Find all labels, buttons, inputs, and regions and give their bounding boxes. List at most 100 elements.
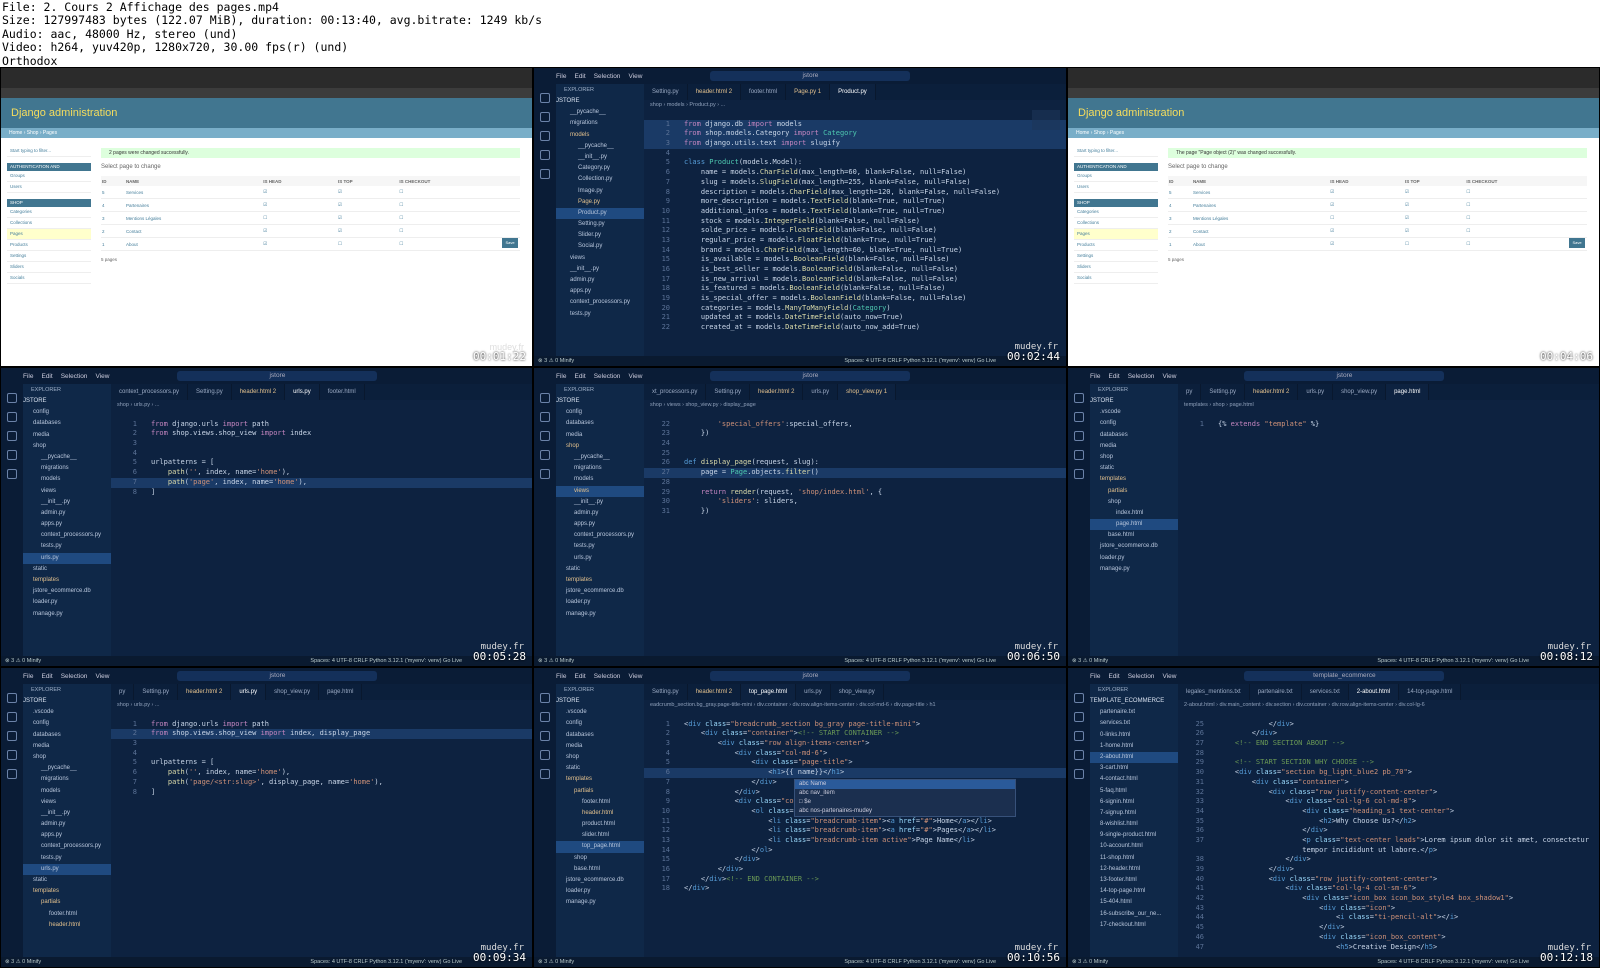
tree-item[interactable]: databases bbox=[556, 418, 644, 429]
breadcrumb[interactable]: eadcrumb_section.bg_gray.page-title-mini… bbox=[644, 700, 1066, 710]
code-area[interactable]: 1 from django.urls import path 2 from shop.… bbox=[111, 710, 532, 817]
tab[interactable]: py bbox=[1178, 384, 1202, 400]
command-search[interactable]: jstore bbox=[710, 671, 911, 681]
tree-item[interactable]: JSTORE bbox=[556, 696, 644, 707]
menu-selection[interactable]: Selection bbox=[61, 673, 88, 680]
menu-edit[interactable]: Edit bbox=[41, 673, 52, 680]
menu-file[interactable]: File bbox=[23, 673, 33, 680]
tree-item[interactable]: index.html bbox=[1090, 508, 1178, 519]
tree-item[interactable]: .vscode bbox=[556, 707, 644, 718]
tree-item[interactable]: tests.py bbox=[23, 541, 111, 552]
tree-item[interactable]: migrations bbox=[556, 463, 644, 474]
tree-item[interactable]: shop bbox=[1090, 497, 1178, 508]
tab[interactable]: Setting.py bbox=[644, 84, 688, 100]
command-search[interactable]: jstore bbox=[1244, 371, 1445, 381]
tree-item[interactable]: manage.py bbox=[23, 609, 111, 620]
files-icon[interactable] bbox=[540, 393, 550, 403]
debug-icon[interactable] bbox=[540, 750, 550, 760]
debug-icon[interactable] bbox=[1074, 750, 1084, 760]
tree-item[interactable]: admin.py bbox=[23, 508, 111, 519]
tab[interactable]: header.html 2 bbox=[1245, 384, 1299, 400]
save-button[interactable]: Save bbox=[502, 238, 518, 248]
tree-item[interactable]: config bbox=[23, 407, 111, 418]
tree-item[interactable]: JSTORE bbox=[556, 96, 644, 107]
tree-item[interactable]: manage.py bbox=[556, 897, 644, 908]
col-is-checkout[interactable]: IS CHECKOUT bbox=[1465, 176, 1587, 186]
table-row[interactable]: 3 Mentions Légales ☐ ☑ ☐ bbox=[1168, 211, 1587, 225]
search-icon[interactable] bbox=[540, 112, 550, 122]
table-row[interactable]: 4 Partenaires ☑ ☑ ☐ bbox=[101, 198, 520, 212]
tree-item[interactable]: apps.py bbox=[23, 830, 111, 841]
tab[interactable]: partenaire.txt bbox=[1250, 684, 1302, 700]
suggestion-item[interactable]: □ $e bbox=[795, 798, 1015, 807]
tab[interactable]: footer.html bbox=[741, 84, 787, 100]
tab-active[interactable]: urls.py bbox=[285, 384, 320, 400]
tab[interactable]: legales_mentions.txt bbox=[1178, 684, 1250, 700]
tree-item[interactable]: header.html bbox=[556, 808, 644, 819]
search-icon[interactable] bbox=[1074, 412, 1084, 422]
tree-item[interactable]: shop bbox=[556, 441, 644, 452]
menu-selection[interactable]: Selection bbox=[1128, 373, 1155, 380]
tree-item[interactable]: databases bbox=[1090, 430, 1178, 441]
tree-item[interactable]: __pycache__ bbox=[556, 107, 644, 118]
menu-file[interactable]: File bbox=[23, 373, 33, 380]
tree-item[interactable]: TEMPLATE_ECOMMERCE bbox=[1090, 696, 1178, 707]
menu-edit[interactable]: Edit bbox=[574, 673, 585, 680]
tab-active[interactable]: shop_view.py 1 bbox=[838, 384, 897, 400]
tree-item[interactable]: migrations bbox=[23, 774, 111, 785]
menu-edit[interactable]: Edit bbox=[1108, 373, 1119, 380]
tree-item[interactable]: media bbox=[556, 430, 644, 441]
tree-item[interactable]: media bbox=[23, 741, 111, 752]
tree-item[interactable]: 1-home.html bbox=[1090, 741, 1178, 752]
tree-item[interactable]: 13-footer.html bbox=[1090, 875, 1178, 886]
search-icon[interactable] bbox=[540, 412, 550, 422]
col-is-head[interactable]: IS HEAD bbox=[1329, 176, 1404, 186]
tree-item[interactable]: Social.py bbox=[556, 241, 644, 252]
sidebar-item-products[interactable]: Products bbox=[1074, 240, 1158, 251]
tree-item[interactable]: templates bbox=[1090, 474, 1178, 485]
source-control-icon[interactable] bbox=[1074, 731, 1084, 741]
tree-item[interactable]: urls.py bbox=[23, 863, 111, 875]
table-row[interactable]: 3 Mentions Légales ☐ ☑ ☐ bbox=[101, 211, 520, 225]
save-button[interactable]: Save bbox=[1569, 238, 1585, 248]
menu-edit[interactable]: Edit bbox=[1108, 673, 1119, 680]
tree-item[interactable]: config bbox=[1090, 418, 1178, 429]
extensions-icon[interactable] bbox=[7, 769, 17, 779]
sidebar-item-socials[interactable]: Socials bbox=[7, 273, 91, 284]
sidebar-item-settings[interactable]: Settings bbox=[7, 251, 91, 262]
sidebar-item-pages[interactable]: Pages bbox=[7, 229, 91, 240]
breadcrumb[interactable]: 2-about.html › div.main_content › div.se… bbox=[1178, 700, 1599, 710]
tab[interactable]: footer.html bbox=[320, 384, 365, 400]
sidebar-item-users[interactable]: Users bbox=[1074, 182, 1158, 193]
tree-item[interactable]: 3-cart.html bbox=[1090, 763, 1178, 774]
sidebar-item-pages[interactable]: Pages bbox=[1074, 229, 1158, 240]
tree-item[interactable]: Collection.py bbox=[556, 174, 644, 185]
tab-active[interactable]: urls.py bbox=[231, 684, 267, 700]
menu-file[interactable]: File bbox=[1090, 673, 1100, 680]
tree-item[interactable]: partials bbox=[1090, 486, 1178, 497]
tree-item[interactable]: tests.py bbox=[556, 541, 644, 552]
tree-item[interactable]: header.html bbox=[23, 920, 111, 931]
tree-item[interactable]: .vscode bbox=[23, 707, 111, 718]
files-icon[interactable] bbox=[540, 693, 550, 703]
suggestion-item[interactable]: abc nos-partenaires-mudey bbox=[795, 807, 1015, 816]
tree-item[interactable]: 12-header.html bbox=[1090, 864, 1178, 875]
tree-item[interactable]: shop bbox=[1090, 452, 1178, 463]
files-icon[interactable] bbox=[7, 693, 17, 703]
col-id[interactable]: ID bbox=[101, 176, 125, 186]
tree-item[interactable]: views bbox=[556, 253, 644, 264]
tab-active[interactable]: 2-about.html bbox=[1348, 684, 1400, 700]
filter-input[interactable]: Start typing to filter... bbox=[1074, 146, 1158, 157]
tree-item[interactable]: jstore_ecommerce.db bbox=[556, 586, 644, 597]
tree-item[interactable]: views bbox=[23, 797, 111, 808]
tree-item[interactable]: page.html bbox=[1090, 519, 1178, 531]
tree-item[interactable]: JSTORE bbox=[556, 396, 644, 407]
tab[interactable]: Setting.py bbox=[188, 384, 232, 400]
tree-item[interactable]: context_processors.py bbox=[556, 297, 644, 308]
menu-edit[interactable]: Edit bbox=[41, 373, 52, 380]
tab[interactable]: py bbox=[111, 684, 135, 700]
menu-selection[interactable]: Selection bbox=[61, 373, 88, 380]
source-control-icon[interactable] bbox=[540, 731, 550, 741]
tree-item[interactable]: models bbox=[556, 130, 644, 141]
tree-item[interactable]: Product.py bbox=[556, 207, 644, 220]
